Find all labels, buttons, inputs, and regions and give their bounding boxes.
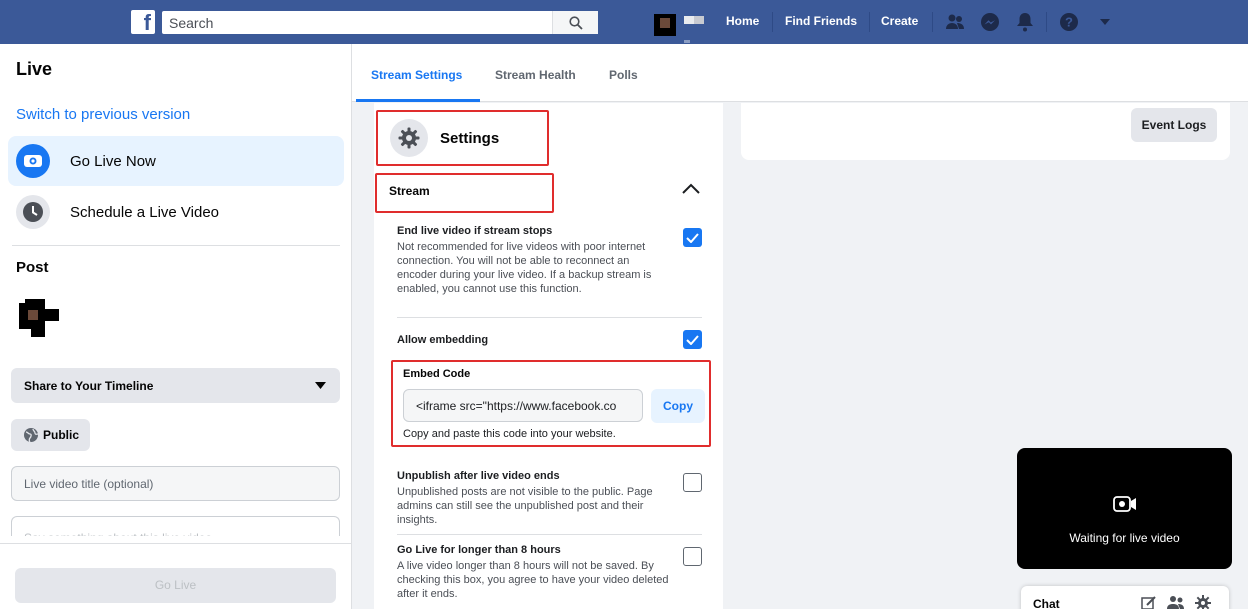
clock-icon	[16, 195, 50, 229]
caret-down-icon	[315, 382, 326, 389]
nav-separator	[869, 12, 870, 32]
share-to-timeline-dropdown[interactable]: Share to Your Timeline	[11, 368, 340, 403]
end-live-video-checkbox[interactable]	[683, 228, 702, 247]
friends-icon[interactable]	[944, 11, 966, 33]
sidebar-item-label: Go Live Now	[70, 152, 156, 170]
post-heading: Post	[16, 259, 49, 276]
search-button[interactable]	[552, 11, 598, 34]
option-title: Allow embedding	[397, 334, 489, 346]
facebook-logo[interactable]: f	[131, 10, 155, 35]
gear-icon	[390, 119, 428, 157]
stream-health-card: Event Logs	[741, 103, 1230, 160]
divider	[0, 543, 351, 544]
tab-stream-settings[interactable]: Stream Settings	[371, 68, 462, 82]
event-logs-button[interactable]: Event Logs	[1131, 108, 1217, 142]
video-preview: Waiting for live video	[1017, 448, 1232, 569]
unpublish-checkbox[interactable]	[683, 473, 702, 492]
copy-button[interactable]: Copy	[651, 389, 705, 423]
divider	[397, 534, 702, 535]
stream-section-heading[interactable]: Stream	[389, 184, 430, 198]
svg-text:?: ?	[1065, 15, 1073, 30]
search-box	[162, 11, 598, 34]
settings-title: Settings	[440, 130, 500, 147]
chat-bar[interactable]: Chat	[1021, 586, 1229, 609]
go-live-icon	[16, 144, 50, 178]
embed-code-field[interactable]	[403, 389, 643, 422]
option-title: End live video if stream stops	[397, 225, 553, 237]
nav-find-friends[interactable]: Find Friends	[785, 14, 857, 28]
option-title: Go Live for longer than 8 hours	[397, 544, 561, 556]
privacy-public-button[interactable]: Public	[11, 419, 90, 451]
chevron-up-icon[interactable]	[682, 181, 700, 199]
option-description: Not recommended for live videos with poo…	[397, 241, 652, 295]
search-icon	[568, 15, 583, 30]
help-icon[interactable]: ?	[1058, 11, 1080, 33]
gear-icon[interactable]	[1195, 595, 1211, 609]
live-camera-icon	[1113, 495, 1137, 518]
sidebar-item-label: Schedule a Live Video	[70, 203, 220, 221]
video-status-text: Waiting for live video	[1069, 531, 1180, 545]
nav-create[interactable]: Create	[881, 14, 918, 28]
sidebar-item-schedule[interactable]: Schedule a Live Video	[8, 187, 344, 237]
option-description: Unpublished posts are not visible to the…	[397, 486, 653, 526]
search-input[interactable]	[162, 11, 552, 34]
switch-version-link[interactable]: Switch to previous version	[16, 106, 190, 123]
divider	[397, 317, 702, 318]
nav-separator	[932, 12, 933, 32]
nav-separator	[772, 12, 773, 32]
description-input[interactable]	[12, 517, 339, 536]
chat-label: Chat	[1033, 597, 1060, 609]
chat-actions	[1141, 595, 1211, 609]
description-box	[11, 516, 340, 536]
page-avatar	[19, 299, 59, 339]
embed-help-text: Copy and paste this code into your websi…	[403, 428, 616, 440]
go-live-button[interactable]: Go Live	[15, 568, 336, 603]
dropdown-label: Share to Your Timeline	[24, 378, 154, 393]
page-title: Live	[16, 59, 53, 79]
settings-panel: Settings Stream End live video if stream…	[374, 103, 723, 609]
allow-embedding-checkbox[interactable]	[683, 330, 702, 349]
go-live-8-hours-checkbox[interactable]	[683, 547, 702, 566]
compose-icon[interactable]	[1141, 595, 1157, 609]
tab-polls[interactable]: Polls	[609, 68, 638, 82]
messenger-icon[interactable]	[979, 11, 1001, 33]
left-sidebar: Live Switch to previous version Go Live …	[0, 44, 352, 609]
chevron-down-icon[interactable]	[1094, 11, 1116, 33]
checkmark-icon	[686, 334, 699, 345]
globe-icon	[24, 428, 39, 443]
option-description: A live video longer than 8 hours will no…	[397, 560, 669, 600]
friends-icon[interactable]	[1167, 595, 1185, 609]
nav-home[interactable]: Home	[726, 14, 759, 28]
checkmark-icon	[686, 232, 699, 243]
sidebar-item-go-live-now[interactable]: Go Live Now	[8, 136, 344, 186]
top-navigation-bar: f Home Find Friends Create ?	[0, 0, 1248, 44]
active-tab-indicator	[356, 99, 480, 102]
embed-code-label: Embed Code	[403, 368, 471, 380]
profile-avatar[interactable]	[654, 4, 704, 43]
tab-bar: Stream Settings Stream Health Polls	[352, 44, 1248, 102]
privacy-label: Public	[43, 428, 80, 442]
bell-icon[interactable]	[1014, 11, 1036, 33]
live-video-title-input[interactable]	[11, 466, 340, 501]
nav-separator	[1046, 12, 1047, 32]
tab-stream-health[interactable]: Stream Health	[495, 68, 576, 82]
option-title: Unpublish after live video ends	[397, 470, 560, 482]
divider	[12, 245, 340, 246]
